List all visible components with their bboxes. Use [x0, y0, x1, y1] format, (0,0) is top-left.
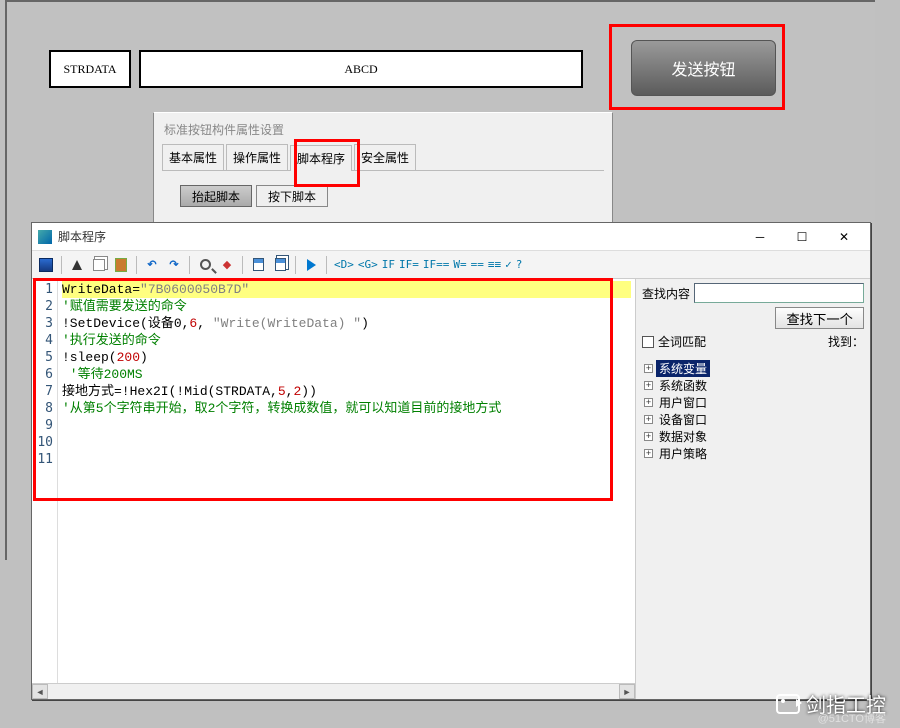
- find-next-button[interactable]: 查找下一个: [775, 307, 864, 329]
- tree-item-label: 系统函数: [656, 377, 710, 394]
- tree-item-label: 用户策略: [656, 445, 710, 462]
- toolbar-text-button[interactable]: IF=: [397, 258, 421, 271]
- editor-toolbar: ↶ ↷ ◆ <D><G>IFIF=IF==W===≡≡✓?: [32, 251, 870, 279]
- toolbar-text-button[interactable]: IF: [380, 258, 397, 271]
- property-dialog-title: 标准按钮构件属性设置: [154, 113, 612, 144]
- toolbar-text-button[interactable]: ?: [514, 258, 525, 271]
- pages-icon[interactable]: [270, 255, 290, 275]
- toolbar-text-button[interactable]: ✓: [503, 258, 514, 271]
- horizontal-scrollbar[interactable]: ◄ ►: [32, 683, 635, 699]
- highlight-script-tab: [294, 139, 360, 187]
- app-icon: [38, 230, 52, 244]
- tree-item[interactable]: +用户策略: [642, 445, 864, 462]
- tree-item[interactable]: +数据对象: [642, 428, 864, 445]
- cut-icon[interactable]: [67, 255, 87, 275]
- toolbar-text-button[interactable]: <D>: [332, 258, 356, 271]
- tree-item[interactable]: +用户窗口: [642, 394, 864, 411]
- tree-item-label: 设备窗口: [656, 411, 710, 428]
- tab-basic[interactable]: 基本属性: [162, 144, 224, 170]
- page-icon[interactable]: [248, 255, 268, 275]
- undo-icon[interactable]: ↶: [142, 255, 162, 275]
- save-icon[interactable]: [36, 255, 56, 275]
- find-input[interactable]: [694, 283, 864, 303]
- symbol-tree[interactable]: +系统变量+系统函数+用户窗口+设备窗口+数据对象+用户策略: [642, 360, 864, 695]
- copy-icon[interactable]: [89, 255, 109, 275]
- tree-item-label: 用户窗口: [656, 394, 710, 411]
- subtab-press-script[interactable]: 按下脚本: [256, 185, 328, 207]
- toolbar-separator: [326, 256, 327, 274]
- find-label: 查找内容: [642, 285, 690, 302]
- toolbar-separator: [242, 256, 243, 274]
- redo-icon[interactable]: ↷: [164, 255, 184, 275]
- expand-icon[interactable]: +: [644, 381, 653, 390]
- bookmark-icon[interactable]: ◆: [217, 255, 237, 275]
- editor-title: 脚本程序: [58, 228, 740, 245]
- close-button[interactable]: ✕: [824, 226, 864, 248]
- watermark-sub: @51CTO博客: [818, 710, 886, 726]
- toolbar-separator: [189, 256, 190, 274]
- toolbar-separator: [295, 256, 296, 274]
- run-icon[interactable]: [301, 255, 321, 275]
- tree-item[interactable]: +设备窗口: [642, 411, 864, 428]
- subtab-release-script[interactable]: 抬起脚本: [180, 185, 252, 207]
- property-dialog: 标准按钮构件属性设置 基本属性 操作属性 脚本程序 安全属性 抬起脚本 按下脚本: [153, 112, 613, 224]
- maximize-button[interactable]: ☐: [782, 226, 822, 248]
- tree-item[interactable]: +系统函数: [642, 377, 864, 394]
- expand-icon[interactable]: +: [644, 398, 653, 407]
- scroll-right-icon[interactable]: ►: [619, 684, 635, 699]
- editor-titlebar[interactable]: 脚本程序 ─ ☐ ✕: [32, 223, 870, 251]
- tree-item[interactable]: +系统变量: [642, 360, 864, 377]
- find-icon[interactable]: [195, 255, 215, 275]
- tab-security[interactable]: 安全属性: [354, 144, 416, 170]
- toolbar-text-button[interactable]: <G>: [356, 258, 380, 271]
- tab-operate[interactable]: 操作属性: [226, 144, 288, 170]
- expand-icon[interactable]: +: [644, 415, 653, 424]
- scroll-track[interactable]: [48, 684, 619, 699]
- script-subtabs: 抬起脚本 按下脚本: [180, 185, 612, 207]
- strdata-label: STRDATA: [49, 50, 131, 88]
- highlight-send-button: [609, 24, 785, 110]
- paste-icon[interactable]: [111, 255, 131, 275]
- tree-item-label: 数据对象: [656, 428, 710, 445]
- toolbar-text-button[interactable]: IF==: [421, 258, 452, 271]
- whole-word-label: 全词匹配: [658, 333, 706, 350]
- strdata-value-box[interactable]: ABCD: [139, 50, 583, 88]
- expand-icon[interactable]: +: [644, 432, 653, 441]
- toolbar-separator: [61, 256, 62, 274]
- toolbar-text-button[interactable]: ==: [469, 258, 486, 271]
- expand-icon[interactable]: +: [644, 449, 653, 458]
- found-label: 找到：: [828, 333, 864, 350]
- highlight-code-block: [33, 278, 613, 501]
- expand-icon[interactable]: +: [644, 364, 653, 373]
- toolbar-text-button[interactable]: W=: [451, 258, 468, 271]
- scroll-left-icon[interactable]: ◄: [32, 684, 48, 699]
- whole-word-checkbox[interactable]: [642, 336, 654, 348]
- property-tabs: 基本属性 操作属性 脚本程序 安全属性: [162, 144, 604, 171]
- tree-item-label: 系统变量: [656, 360, 710, 377]
- toolbar-separator: [136, 256, 137, 274]
- side-panel: 查找内容 查找下一个 全词匹配 找到： +系统变量+系统函数+用户窗口+设备窗口…: [636, 279, 870, 699]
- minimize-button[interactable]: ─: [740, 226, 780, 248]
- toolbar-text-button[interactable]: ≡≡: [486, 258, 503, 271]
